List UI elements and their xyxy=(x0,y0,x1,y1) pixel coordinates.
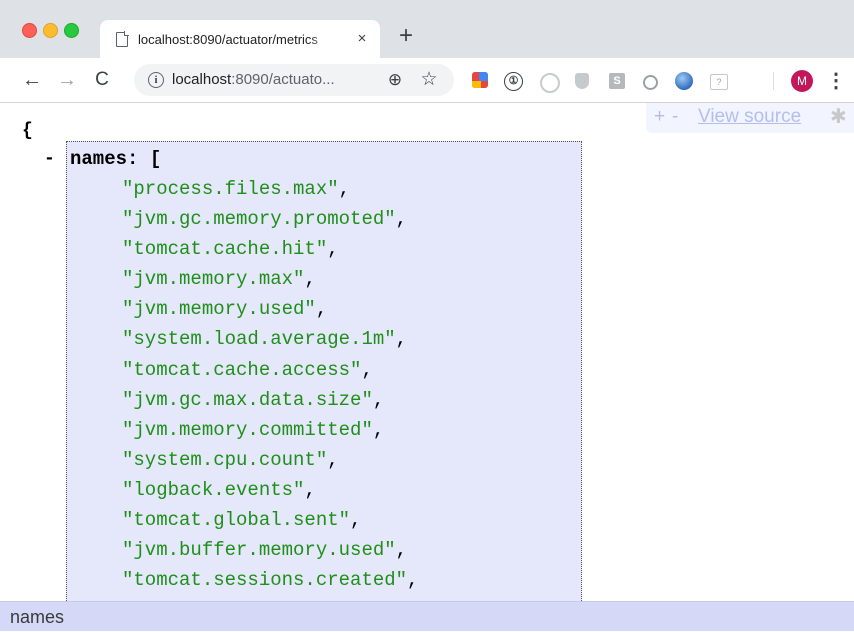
page-icon xyxy=(116,31,129,47)
bookmark-star-icon[interactable]: ☆ xyxy=(418,68,440,92)
circle-extension-icon[interactable] xyxy=(540,73,560,93)
new-tab-button[interactable]: + xyxy=(392,20,420,52)
reload-icon[interactable]: C xyxy=(88,64,116,96)
back-arrow-icon[interactable]: ← xyxy=(18,64,46,96)
list-item: "jvm.gc.memory.promoted", xyxy=(122,208,408,231)
list-item: "jvm.memory.committed", xyxy=(122,418,385,441)
array-items: "process.files.max", "jvm.gc.memory.prom… xyxy=(122,177,418,598)
list-item: "jvm.memory.max", xyxy=(122,268,316,291)
array-open: : [ xyxy=(127,148,162,170)
more-menu-icon[interactable]: ⋮ xyxy=(826,66,846,96)
info-icon[interactable]: i xyxy=(148,72,164,88)
expand-all-button[interactable]: + xyxy=(654,103,665,131)
list-item: "tomcat.global.sent", xyxy=(122,509,362,532)
url-text[interactable]: localhost:8090/actuato... xyxy=(172,70,372,90)
gear-icon[interactable]: ✱ xyxy=(830,103,847,131)
1password-icon[interactable]: ① xyxy=(504,72,523,91)
url-path: :8090/actuato... xyxy=(231,71,335,88)
property-key: names xyxy=(70,148,128,170)
open-brace: { xyxy=(22,121,33,141)
forward-arrow-icon[interactable]: → xyxy=(53,64,81,96)
list-item: "jvm.buffer.memory.used", xyxy=(122,539,408,562)
collapse-all-button[interactable]: - xyxy=(672,103,678,131)
list-item: "tomcat.sessions.created", xyxy=(122,569,419,592)
status-bar: names xyxy=(0,601,854,631)
minimize-window-button[interactable] xyxy=(43,23,58,38)
list-item: "tomcat.cache.hit", xyxy=(122,238,339,261)
url-host: localhost xyxy=(172,71,232,88)
maximize-window-button[interactable] xyxy=(64,23,79,38)
close-window-button[interactable] xyxy=(22,23,37,38)
shield-extension-icon[interactable] xyxy=(575,73,589,89)
ring-extension-icon[interactable] xyxy=(643,75,658,90)
collapse-toggle[interactable]: - xyxy=(44,147,55,171)
browser-title-bar: localhost:8090/actuator/metrics × + xyxy=(0,0,854,58)
close-tab-icon[interactable]: × xyxy=(352,28,372,50)
view-source-link[interactable]: View source xyxy=(698,103,801,131)
s-extension-icon[interactable]: S xyxy=(609,73,625,89)
profile-avatar[interactable]: M xyxy=(791,70,813,92)
json-viewer: + - View source ✱ { - names: [ "process.… xyxy=(0,103,854,601)
list-item: "system.cpu.count", xyxy=(122,448,339,471)
toolbar-divider xyxy=(773,72,774,90)
list-item: "process.files.max", xyxy=(122,178,351,200)
colorful-extension-icon[interactable] xyxy=(470,70,492,92)
list-item: "logback.events", xyxy=(122,478,316,501)
property-key-line: names: [ xyxy=(70,147,161,171)
json-viewer-toolbar: + - View source ✱ xyxy=(646,103,854,133)
browser-tab[interactable]: localhost:8090/actuator/metrics × xyxy=(100,20,380,58)
tab-title: localhost:8090/actuator/metrics xyxy=(138,30,338,50)
list-item: "tomcat.cache.access", xyxy=(122,358,373,381)
address-bar[interactable]: i localhost:8090/actuato... ⊕ ☆ xyxy=(134,64,454,96)
list-item: "system.load.average.1m", xyxy=(122,328,408,351)
square-extension-icon[interactable]: ? xyxy=(710,74,728,90)
list-item: "jvm.memory.used", xyxy=(122,298,328,321)
zoom-icon[interactable]: ⊕ xyxy=(384,68,406,92)
list-item: "jvm.gc.max.data.size", xyxy=(122,388,385,411)
globe-extension-icon[interactable] xyxy=(675,72,693,90)
